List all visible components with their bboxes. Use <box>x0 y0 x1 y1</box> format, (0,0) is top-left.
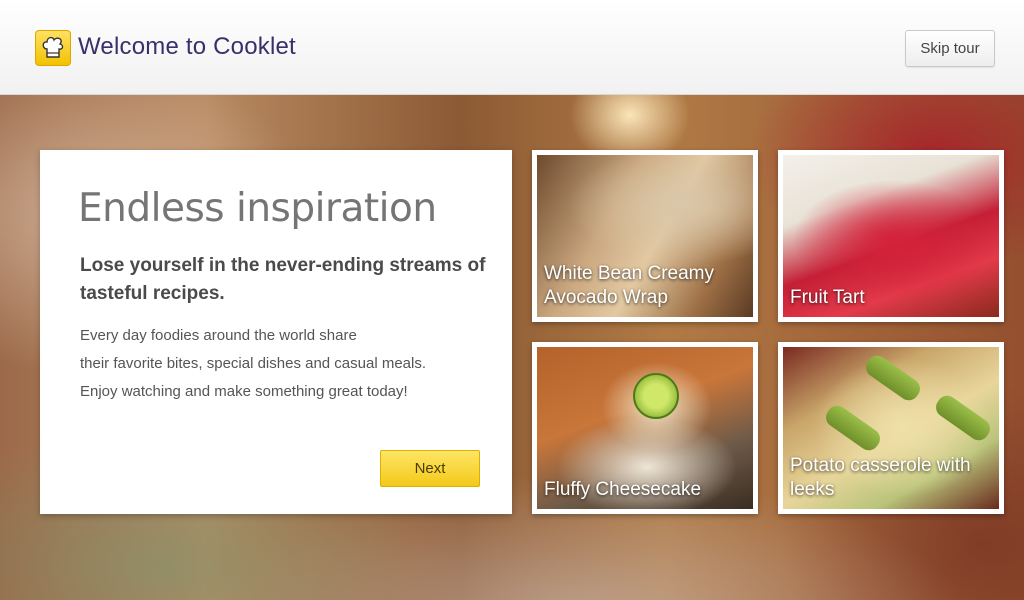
top-bar: Welcome to Cooklet Skip tour <box>0 0 1024 95</box>
recipe-caption: Fruit Tart <box>790 287 865 308</box>
intro-body-line: Enjoy watching and make something great … <box>80 383 408 400</box>
leek-piece <box>822 401 884 455</box>
recipe-tile[interactable]: Fruit Tart <box>778 150 1004 322</box>
intro-heading: Endless inspiration <box>78 186 437 231</box>
intro-body: Every day foodies around the world share… <box>80 322 500 406</box>
recipe-caption: Fluffy Cheesecake <box>544 479 702 500</box>
app-title: Welcome to Cooklet <box>78 33 296 60</box>
intro-body-line: their favorite bites, special dishes and… <box>80 355 427 372</box>
recipe-tile[interactable]: Fluffy Cheesecake <box>532 342 758 514</box>
leek-piece <box>862 351 924 405</box>
intro-card: Endless inspiration Lose yourself in the… <box>40 150 512 514</box>
chef-hat-icon <box>35 30 71 66</box>
lime-garnish <box>633 373 679 419</box>
leek-piece <box>932 391 994 445</box>
intro-subheading: Lose yourself in the never-ending stream… <box>80 255 486 304</box>
recipe-tile[interactable]: Potato casserole with leeks <box>778 342 1004 514</box>
intro-body-line: Every day foodies around the world share <box>80 327 357 344</box>
recipe-caption: White Bean Creamy Avocado Wrap <box>544 263 715 308</box>
recipe-caption: Potato casserole with leeks <box>790 455 971 500</box>
recipe-tile[interactable]: White Bean Creamy Avocado Wrap <box>532 150 758 322</box>
skip-tour-button[interactable]: Skip tour <box>905 30 995 67</box>
next-button[interactable]: Next <box>380 450 480 487</box>
